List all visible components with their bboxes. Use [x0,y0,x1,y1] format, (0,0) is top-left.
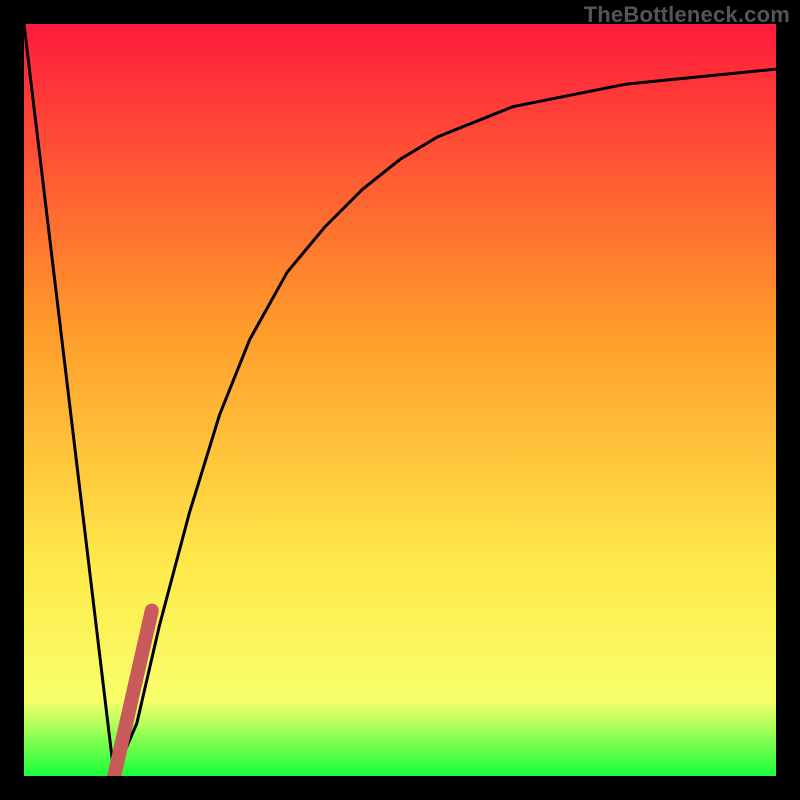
chart-frame: TheBottleneck.com [0,0,800,800]
plot-area [24,24,776,776]
chart-svg [24,24,776,776]
watermark-text: TheBottleneck.com [584,2,790,28]
